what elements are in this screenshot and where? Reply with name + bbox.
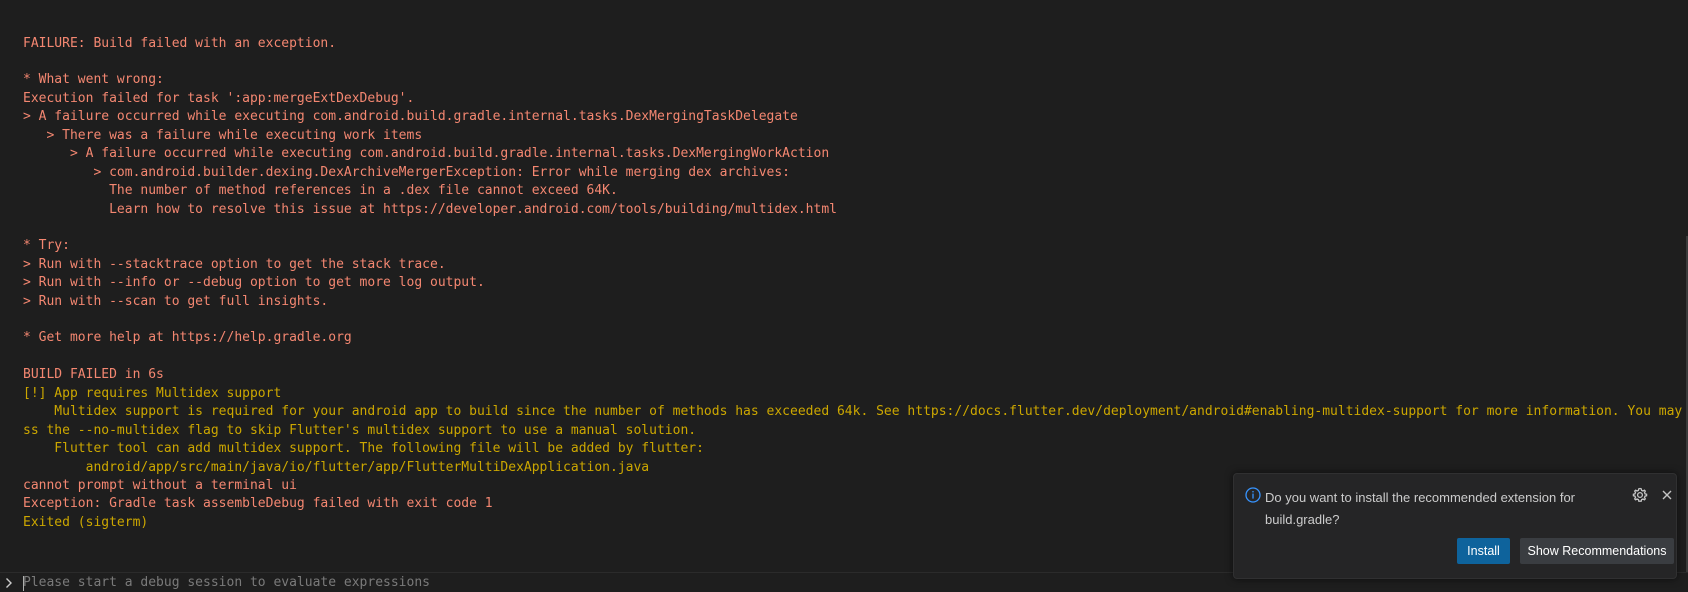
console-line: > com.android.builder.dexing.DexArchiveM…	[23, 165, 791, 180]
close-icon[interactable]	[1657, 485, 1677, 505]
console-line: * What went wrong:	[23, 72, 164, 87]
console-line: android/app/src/main/java/io/flutter/app…	[23, 460, 650, 475]
info-icon	[1245, 487, 1261, 503]
text-cursor	[23, 576, 24, 591]
console-line: > Run with --info or --debug option to g…	[23, 275, 485, 290]
console-line: > Run with --stacktrace option to get th…	[23, 257, 446, 272]
console-line: Flutter tool can add multidex support. T…	[23, 441, 704, 456]
console-line: > There was a failure while executing wo…	[23, 128, 423, 143]
console-line: Exception: Gradle task assembleDebug fai…	[23, 496, 493, 511]
extension-recommendation-notification: Do you want to install the recommended e…	[1233, 473, 1677, 579]
console-line: ss the --no-multidex flag to skip Flutte…	[23, 423, 697, 438]
console-line: BUILD FAILED in 6s	[23, 367, 164, 382]
console-line: FAILURE: Build failed with an exception.	[23, 36, 337, 51]
console-line: [!] App requires Multidex support	[23, 386, 282, 401]
chevron-right-icon	[6, 578, 12, 588]
console-line: > A failure occurred while executing com…	[23, 109, 798, 124]
console-line: Exited (sigterm)	[23, 515, 149, 530]
console-line: * Try:	[23, 238, 70, 253]
console-line: Learn how to resolve this issue at https…	[23, 202, 837, 217]
console-line: > A failure occurred while executing com…	[23, 146, 830, 161]
console-line: Multidex support is required for your an…	[23, 404, 1688, 419]
console-line: > Run with --scan to get full insights.	[23, 294, 329, 309]
console-line: Execution failed for task ':app:mergeExt…	[23, 91, 415, 106]
console-line: cannot prompt without a terminal ui	[23, 478, 297, 493]
show-recommendations-button[interactable]: Show Recommendations	[1520, 538, 1674, 564]
notification-message: Do you want to install the recommended e…	[1265, 490, 1576, 527]
console-line: The number of method references in a .de…	[23, 183, 618, 198]
console-line: * Get more help at https://help.gradle.o…	[23, 330, 352, 345]
gear-icon[interactable]	[1630, 485, 1650, 505]
install-button[interactable]: Install	[1457, 538, 1510, 564]
